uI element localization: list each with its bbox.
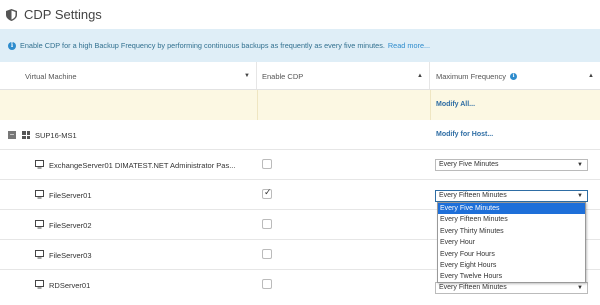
dropdown-option[interactable]: Every Four Hours (438, 249, 585, 260)
sort-up-icon[interactable]: ▲ (588, 73, 594, 79)
collapse-icon[interactable]: − (8, 131, 16, 139)
sort-up-icon[interactable]: ▲ (417, 73, 423, 79)
chevron-down-icon: ▼ (577, 285, 583, 291)
vm-name: ExchangeServer01 DIMATEST.NET Administra… (49, 161, 236, 170)
modify-all-link[interactable]: Modify All... (436, 101, 475, 108)
chevron-down-icon: ▼ (577, 193, 583, 199)
dropdown-option[interactable]: Every Five Minutes (438, 203, 585, 215)
frequency-select-value: Every Five Minutes (439, 161, 499, 168)
monitor-icon (35, 160, 44, 169)
column-header-virtual-machine[interactable]: Virtual Machine ▼ (0, 62, 257, 90)
page-title: CDP Settings (24, 7, 102, 22)
monitor-icon (35, 280, 44, 289)
column-divider (257, 90, 258, 120)
vm-name: RDServer01 (49, 281, 91, 290)
frequency-select[interactable]: Every Fifteen Minutes ▼ (435, 190, 588, 202)
chevron-down-icon: ▼ (577, 162, 583, 168)
enable-cdp-checkbox[interactable] (262, 249, 272, 259)
host-row: − SUP16-MS1 Modify for Host... (0, 120, 600, 150)
vm-name: FileServer03 (49, 251, 92, 260)
enable-cdp-checkbox[interactable] (262, 159, 272, 169)
column-divider (430, 90, 431, 120)
frequency-dropdown-list: Every Five Minutes Every Fifteen Minutes… (437, 202, 586, 283)
column-header-enable-cdp[interactable]: Enable CDP ▲ (257, 62, 430, 90)
monitor-icon (35, 190, 44, 199)
monitor-icon (35, 220, 44, 229)
enable-cdp-checkbox[interactable] (262, 219, 272, 229)
host-name: SUP16-MS1 (35, 131, 77, 140)
dropdown-option[interactable]: Every Hour (438, 237, 585, 248)
enable-cdp-checkbox[interactable] (262, 188, 272, 199)
monitor-icon (35, 250, 44, 259)
info-banner: i Enable CDP for a high Backup Frequency… (0, 29, 600, 62)
windows-icon (22, 131, 30, 139)
modify-all-row: Modify All... (0, 90, 600, 120)
enable-cdp-checkbox[interactable] (262, 279, 272, 289)
shield-icon (6, 8, 17, 21)
read-more-link[interactable]: Read more... (388, 41, 430, 50)
frequency-select[interactable]: Every Fifteen Minutes ▼ (435, 282, 588, 294)
dropdown-option[interactable]: Every Fifteen Minutes (438, 214, 585, 225)
vm-name: FileServer02 (49, 221, 92, 230)
frequency-select-value: Every Fifteen Minutes (439, 284, 507, 291)
column-header-label: Virtual Machine (25, 71, 77, 81)
dropdown-option[interactable]: Every Thirty Minutes (438, 226, 585, 237)
page-header: CDP Settings (0, 0, 600, 29)
dropdown-option[interactable]: Every Eight Hours (438, 260, 585, 271)
info-icon: i (8, 41, 16, 50)
column-header-max-frequency[interactable]: Maximum Frequency i ▲ (430, 62, 600, 90)
table-row: ExchangeServer01 DIMATEST.NET Administra… (0, 150, 600, 180)
frequency-select-value: Every Fifteen Minutes (439, 192, 507, 199)
column-header-label: Enable CDP (262, 71, 304, 81)
info-icon[interactable]: i (510, 72, 518, 80)
dropdown-option[interactable]: Every Twelve Hours (438, 271, 585, 282)
vm-name: FileServer01 (49, 191, 92, 200)
frequency-select[interactable]: Every Five Minutes ▼ (435, 159, 588, 171)
column-header-label: Maximum Frequency (436, 71, 507, 81)
sort-down-icon[interactable]: ▼ (244, 73, 250, 79)
info-text: Enable CDP for a high Backup Frequency b… (20, 41, 385, 50)
modify-for-host-link[interactable]: Modify for Host... (436, 131, 493, 138)
